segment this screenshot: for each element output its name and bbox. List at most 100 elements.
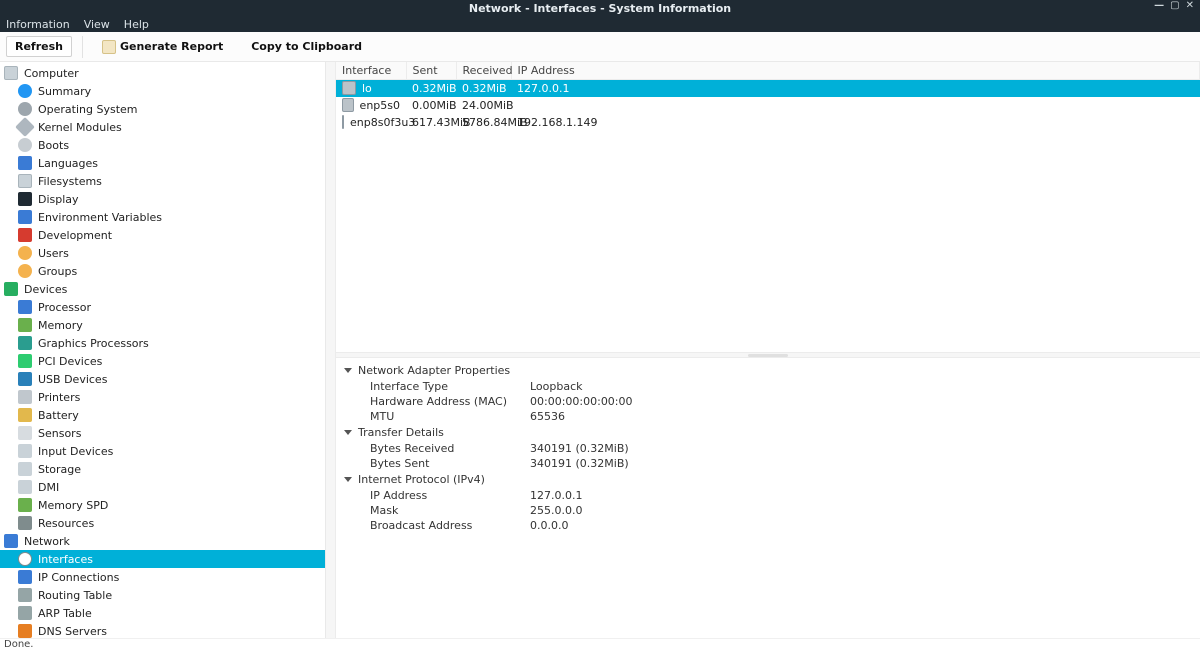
gear-icon	[18, 102, 32, 116]
sidebar-item-kernel-modules[interactable]: Kernel Modules	[0, 118, 325, 136]
sidebar-item-pci[interactable]: PCI Devices	[0, 352, 325, 370]
report-icon	[102, 40, 116, 54]
minimize-icon[interactable]: —	[1154, 0, 1164, 11]
col-ip[interactable]: IP Address	[511, 62, 1200, 80]
dns-icon	[18, 624, 32, 638]
sidebar-item-boots[interactable]: Boots	[0, 136, 325, 154]
interfaces-table-pane: Interface Sent Received IP Address lo 0.…	[336, 62, 1200, 352]
nic-icon	[342, 115, 344, 129]
sidebar-item-printers[interactable]: Printers	[0, 388, 325, 406]
sidebar-item-interfaces[interactable]: Interfaces	[0, 550, 325, 568]
sidebar-item-gpu[interactable]: Graphics Processors	[0, 334, 325, 352]
detail-value: Loopback	[530, 379, 1196, 394]
display-icon	[18, 192, 32, 206]
sidebar-item-users[interactable]: Users	[0, 244, 325, 262]
generate-report-label: Generate Report	[120, 40, 223, 53]
sidebar-item-os[interactable]: Operating System	[0, 100, 325, 118]
detail-key: Bytes Received	[370, 441, 530, 456]
nic-icon	[342, 98, 354, 112]
sidebar-item-ip-connections[interactable]: IP Connections	[0, 568, 325, 586]
interfaces-icon	[18, 552, 32, 566]
sidebar-item-resources[interactable]: Resources	[0, 514, 325, 532]
sidebar-group-label: Computer	[24, 67, 79, 80]
sidebar-item-dmi[interactable]: DMI	[0, 478, 325, 496]
details-pane: Network Adapter Properties Interface Typ…	[336, 358, 1200, 638]
table-row[interactable]: enp5s0 0.00MiB 24.00MiB	[336, 97, 1200, 114]
interfaces-table: Interface Sent Received IP Address lo 0.…	[336, 62, 1200, 131]
dmi-icon	[18, 480, 32, 494]
group-title: Transfer Details	[358, 426, 444, 439]
toolbar-separator	[82, 36, 83, 58]
detail-value: 65536	[530, 409, 1196, 424]
sidebar-item-usb[interactable]: USB Devices	[0, 370, 325, 388]
pane-gutter[interactable]	[326, 62, 336, 638]
sidebar[interactable]: Computer Summary Operating System Kernel…	[0, 62, 326, 638]
detail-key: Broadcast Address	[370, 518, 530, 533]
detail-key: Mask	[370, 503, 530, 518]
close-icon[interactable]: ✕	[1186, 0, 1194, 11]
col-interface[interactable]: Interface	[336, 62, 406, 80]
pci-icon	[18, 354, 32, 368]
sidebar-item-memory-spd[interactable]: Memory SPD	[0, 496, 325, 514]
sidebar-item-display[interactable]: Display	[0, 190, 325, 208]
disk-icon	[18, 174, 32, 188]
env-icon	[18, 210, 32, 224]
detail-key: Interface Type	[370, 379, 530, 394]
maximize-icon[interactable]: ▢	[1170, 0, 1179, 11]
refresh-button[interactable]: Refresh	[6, 36, 72, 57]
sidebar-item-env-vars[interactable]: Environment Variables	[0, 208, 325, 226]
sidebar-item-sensors[interactable]: Sensors	[0, 424, 325, 442]
table-row[interactable]: enp8s0f3u3 617.43MiB 5786.84MiB 192.168.…	[336, 114, 1200, 131]
detail-value: 00:00:00:00:00:00	[530, 394, 1196, 409]
sidebar-group-computer[interactable]: Computer	[0, 64, 325, 82]
menu-help[interactable]: Help	[124, 18, 149, 31]
sidebar-group-network[interactable]: Network	[0, 532, 325, 550]
sidebar-item-storage[interactable]: Storage	[0, 460, 325, 478]
table-row[interactable]: lo 0.32MiB 0.32MiB 127.0.0.1	[336, 80, 1200, 97]
col-sent[interactable]: Sent	[406, 62, 456, 80]
group-icon	[18, 264, 32, 278]
module-icon	[15, 117, 35, 137]
storage-icon	[18, 462, 32, 476]
nic-icon	[342, 81, 356, 95]
sidebar-group-devices[interactable]: Devices	[0, 280, 325, 298]
col-received[interactable]: Received	[456, 62, 511, 80]
menu-view[interactable]: View	[84, 18, 110, 31]
sidebar-item-summary[interactable]: Summary	[0, 82, 325, 100]
detail-key: Bytes Sent	[370, 456, 530, 471]
sidebar-group-label: Devices	[24, 283, 67, 296]
sidebar-item-filesystems[interactable]: Filesystems	[0, 172, 325, 190]
chevron-down-icon	[344, 430, 352, 435]
copy-to-clipboard-button[interactable]: Copy to Clipboard	[242, 36, 371, 57]
sidebar-item-languages[interactable]: Languages	[0, 154, 325, 172]
sidebar-item-battery[interactable]: Battery	[0, 406, 325, 424]
sidebar-item-dns-servers[interactable]: DNS Servers	[0, 622, 325, 638]
sidebar-item-memory[interactable]: Memory	[0, 316, 325, 334]
group-title: Network Adapter Properties	[358, 364, 510, 377]
sidebar-item-input[interactable]: Input Devices	[0, 442, 325, 460]
detail-value: 0.0.0.0	[530, 518, 1196, 533]
sensor-icon	[18, 426, 32, 440]
ipconn-icon	[18, 570, 32, 584]
memory-icon	[18, 318, 32, 332]
group-header[interactable]: Transfer Details	[344, 424, 1196, 441]
sidebar-item-groups[interactable]: Groups	[0, 262, 325, 280]
group-header[interactable]: Internet Protocol (IPv4)	[344, 471, 1196, 488]
horizontal-splitter[interactable]	[336, 352, 1200, 358]
user-icon	[18, 246, 32, 260]
usb-icon	[18, 372, 32, 386]
group-title: Internet Protocol (IPv4)	[358, 473, 485, 486]
menu-information[interactable]: Information	[6, 18, 70, 31]
sidebar-item-development[interactable]: Development	[0, 226, 325, 244]
group-adapter-properties: Network Adapter Properties Interface Typ…	[340, 362, 1196, 424]
sidebar-item-routing-table[interactable]: Routing Table	[0, 586, 325, 604]
detail-key: MTU	[370, 409, 530, 424]
group-header[interactable]: Network Adapter Properties	[344, 362, 1196, 379]
detail-value: 340191 (0.32MiB)	[530, 456, 1196, 471]
chevron-down-icon	[344, 368, 352, 373]
detail-key: Hardware Address (MAC)	[370, 394, 530, 409]
generate-report-button[interactable]: Generate Report	[93, 36, 232, 58]
devices-icon	[4, 282, 18, 296]
sidebar-item-arp-table[interactable]: ARP Table	[0, 604, 325, 622]
sidebar-item-processor[interactable]: Processor	[0, 298, 325, 316]
